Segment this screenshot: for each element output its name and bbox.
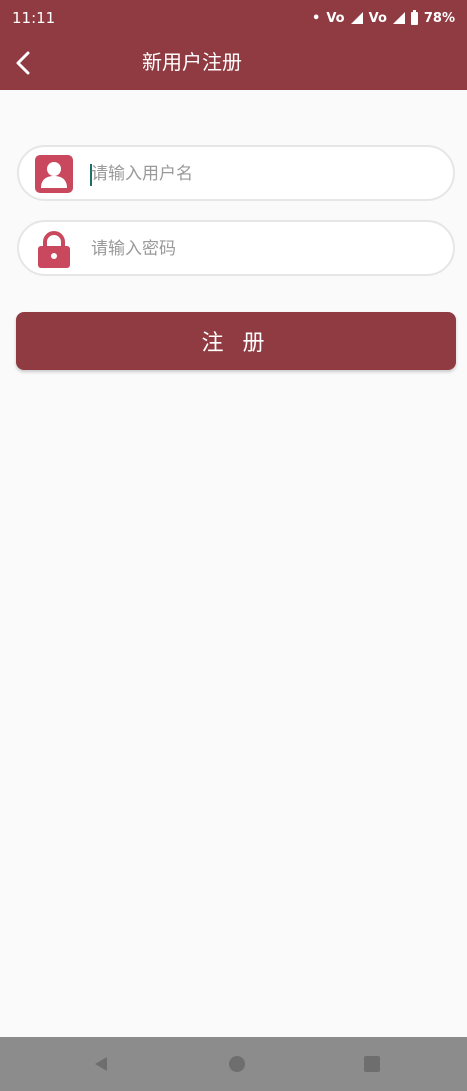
system-nav-bar <box>0 1037 467 1091</box>
signal-icon-1 <box>350 12 363 24</box>
volte-indicator-2: Vo <box>368 10 387 26</box>
user-icon <box>35 155 73 193</box>
battery-level: 78% <box>423 10 455 26</box>
password-field[interactable] <box>17 220 455 276</box>
status-time: 11:11 <box>12 9 56 27</box>
nav-home-icon[interactable] <box>229 1056 245 1072</box>
signal-icon-2 <box>392 12 405 24</box>
username-input[interactable] <box>89 157 433 191</box>
volte-indicator-1: Vo <box>326 10 345 26</box>
nav-back-icon[interactable] <box>93 1056 109 1072</box>
password-input[interactable] <box>89 232 433 266</box>
register-button[interactable]: 注 册 <box>16 312 456 370</box>
nav-recent-apps-icon[interactable] <box>364 1056 380 1072</box>
lock-icon <box>38 231 70 268</box>
chevron-left-icon[interactable] <box>12 50 38 76</box>
page-title: 新用户注册 <box>142 50 242 74</box>
status-bar: 11:11 • Vo Vo 78% <box>0 0 467 36</box>
battery-icon <box>410 9 418 25</box>
username-field[interactable] <box>17 145 455 201</box>
status-icons: • Vo Vo 78% <box>312 9 455 26</box>
app-bar: 新用户注册 <box>0 36 467 90</box>
notification-dot: • <box>312 10 321 26</box>
